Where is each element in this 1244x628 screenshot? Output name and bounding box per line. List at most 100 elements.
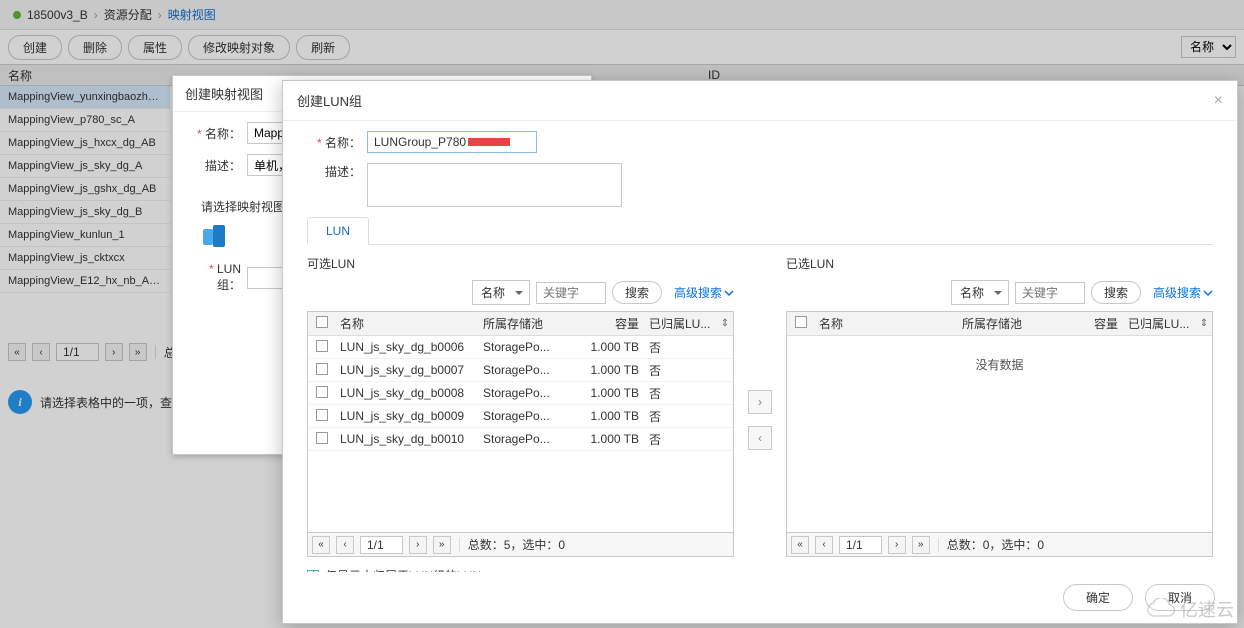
lun-row[interactable]: LUN_js_sky_dg_b0008StoragePo...1.000 TB否 (308, 382, 733, 405)
empty-text: 没有数据 (787, 336, 1212, 373)
table-row[interactable]: MappingView_js_sky_dg_A (0, 155, 170, 178)
create-button[interactable]: 创建 (8, 35, 62, 60)
desc-label: 描述： (307, 163, 361, 180)
available-lun-pane: 可选LUN 名称 搜索 高级搜索 名称 所属存储池 容量 已归属LU... ⇕ (307, 255, 734, 572)
col-pool[interactable]: 所属存储池 (483, 315, 575, 332)
bg-table-rows: MappingView_yunxingbaozhang MappingView_… (0, 86, 170, 293)
row-checkbox[interactable] (316, 409, 328, 421)
prev-page-button[interactable]: ‹ (815, 536, 833, 554)
only-unassigned-checkbox[interactable] (307, 570, 319, 573)
table-row[interactable]: MappingView_kunlun_1 (0, 224, 170, 247)
col-capacity[interactable]: 容量 (1054, 315, 1124, 332)
advanced-search-link[interactable]: 高级搜索 (1153, 284, 1213, 301)
transfer-buttons: › ‹ (746, 255, 774, 572)
chevron-right-icon: › (94, 8, 98, 22)
chevron-right-icon: › (158, 8, 162, 22)
watermark-text: 亿速云 (1180, 596, 1234, 622)
lun-row[interactable]: LUN_js_sky_dg_b0010StoragePo...1.000 TB否 (308, 428, 733, 451)
last-page-button[interactable]: » (433, 536, 451, 554)
search-field-select[interactable]: 名称 (472, 280, 530, 305)
desc-textarea[interactable] (367, 163, 622, 207)
col-belongs[interactable]: 已归属LU... (1124, 315, 1196, 332)
select-all-checkbox[interactable] (316, 316, 328, 328)
first-page-button[interactable]: « (8, 343, 26, 361)
breadcrumb: 18500v3_B › 资源分配 › 映射视图 (0, 0, 1244, 30)
next-page-button[interactable]: › (888, 536, 906, 554)
name-value: LUNGroup_P780 (374, 135, 466, 149)
col-pool[interactable]: 所属存储池 (962, 315, 1054, 332)
available-grid: 名称 所属存储池 容量 已归属LU... ⇕ LUN_js_sky_dg_b00… (307, 311, 734, 533)
table-row[interactable]: MappingView_yunxingbaozhang (0, 86, 170, 109)
move-right-button[interactable]: › (748, 390, 772, 414)
delete-button[interactable]: 删除 (68, 35, 122, 60)
properties-button[interactable]: 属性 (128, 35, 182, 60)
lun-row[interactable]: LUN_js_sky_dg_b0009StoragePo...1.000 TB否 (308, 405, 733, 428)
search-field-select[interactable]: 名称 (951, 280, 1009, 305)
modal2-title: 创建LUN组 (297, 91, 362, 110)
column-select[interactable]: 名称 (1181, 36, 1236, 58)
table-row[interactable]: MappingView_js_cktxcx (0, 247, 170, 270)
watermark: 亿速云 (1142, 596, 1234, 622)
only-unassigned-label: 仅显示未归属于LUN组的LUN (325, 567, 481, 572)
info-icon: i (8, 390, 32, 414)
close-icon[interactable]: × (1214, 92, 1223, 110)
info-tip: i 请选择表格中的一项，查 (8, 390, 172, 414)
right-total: 总数：0，选中：0 (947, 536, 1044, 553)
modify-mapping-button[interactable]: 修改映射对象 (188, 35, 290, 60)
last-page-button[interactable]: » (129, 343, 147, 361)
scroll-icon[interactable]: ⇕ (717, 318, 733, 329)
advanced-search-link[interactable]: 高级搜索 (674, 284, 734, 301)
first-page-button[interactable]: « (791, 536, 809, 554)
breadcrumb-l2[interactable]: 映射视图 (168, 6, 216, 23)
tab-strip: LUN (307, 217, 1213, 245)
table-row[interactable]: MappingView_js_gshx_dg_AB (0, 178, 170, 201)
row-checkbox[interactable] (316, 340, 328, 352)
page-select[interactable]: 1/1 (56, 343, 99, 361)
prev-page-button[interactable]: ‹ (32, 343, 50, 361)
col-capacity[interactable]: 容量 (575, 315, 645, 332)
toolbar: 创建 删除 属性 修改映射对象 刷新 名称 (0, 30, 1244, 64)
left-pager: « ‹ 1/1 › » 总数：5，选中：0 (307, 533, 734, 557)
breadcrumb-l1[interactable]: 资源分配 (104, 6, 152, 23)
col-name[interactable]: 名称 (815, 315, 962, 332)
table-row[interactable]: MappingView_E12_hx_nb_ADG (0, 270, 170, 293)
table-row[interactable]: MappingView_p780_sc_A (0, 109, 170, 132)
search-input[interactable] (536, 282, 606, 304)
page-select[interactable]: 1/1 (360, 536, 403, 554)
left-total: 总数：5，选中：0 (468, 536, 565, 553)
ok-button[interactable]: 确定 (1063, 584, 1133, 611)
page-select[interactable]: 1/1 (839, 536, 882, 554)
search-button[interactable]: 搜索 (612, 281, 662, 304)
col-belongs[interactable]: 已归属LU... (645, 315, 717, 332)
scroll-icon[interactable]: ⇕ (1196, 318, 1212, 329)
desc-label: 描述： (187, 157, 241, 174)
search-button[interactable]: 搜索 (1091, 281, 1141, 304)
lun-row[interactable]: LUN_js_sky_dg_b0007StoragePo...1.000 TB否 (308, 359, 733, 382)
row-checkbox[interactable] (316, 386, 328, 398)
table-row[interactable]: MappingView_js_sky_dg_B (0, 201, 170, 224)
next-page-button[interactable]: › (105, 343, 123, 361)
next-page-button[interactable]: › (409, 536, 427, 554)
toolbar-right: 名称 (1181, 36, 1236, 58)
right-pager: « ‹ 1/1 › » 总数：0，选中：0 (786, 533, 1213, 557)
divider (155, 345, 156, 359)
row-checkbox[interactable] (316, 432, 328, 444)
row-checkbox[interactable] (316, 363, 328, 375)
selected-title: 已选LUN (786, 255, 1213, 272)
lun-row[interactable]: LUN_js_sky_dg_b0006StoragePo...1.000 TB否 (308, 336, 733, 359)
tab-lun[interactable]: LUN (307, 217, 369, 245)
move-left-button[interactable]: ‹ (748, 426, 772, 450)
select-all-checkbox[interactable] (795, 316, 807, 328)
table-row[interactable]: MappingView_js_hxcx_dg_AB (0, 132, 170, 155)
search-input[interactable] (1015, 282, 1085, 304)
col-name[interactable]: 名称 (336, 315, 483, 332)
prev-page-button[interactable]: ‹ (336, 536, 354, 554)
breadcrumb-device[interactable]: 18500v3_B (27, 8, 88, 22)
cloud-icon (1142, 598, 1176, 620)
create-lungroup-modal: 创建LUN组 × 名称： LUNGroup_P780 描述： LUN 可选LUN… (282, 80, 1238, 624)
name-input[interactable]: LUNGroup_P780 (367, 131, 537, 153)
last-page-button[interactable]: » (912, 536, 930, 554)
refresh-button[interactable]: 刷新 (296, 35, 350, 60)
first-page-button[interactable]: « (312, 536, 330, 554)
redacted-text (468, 138, 510, 146)
